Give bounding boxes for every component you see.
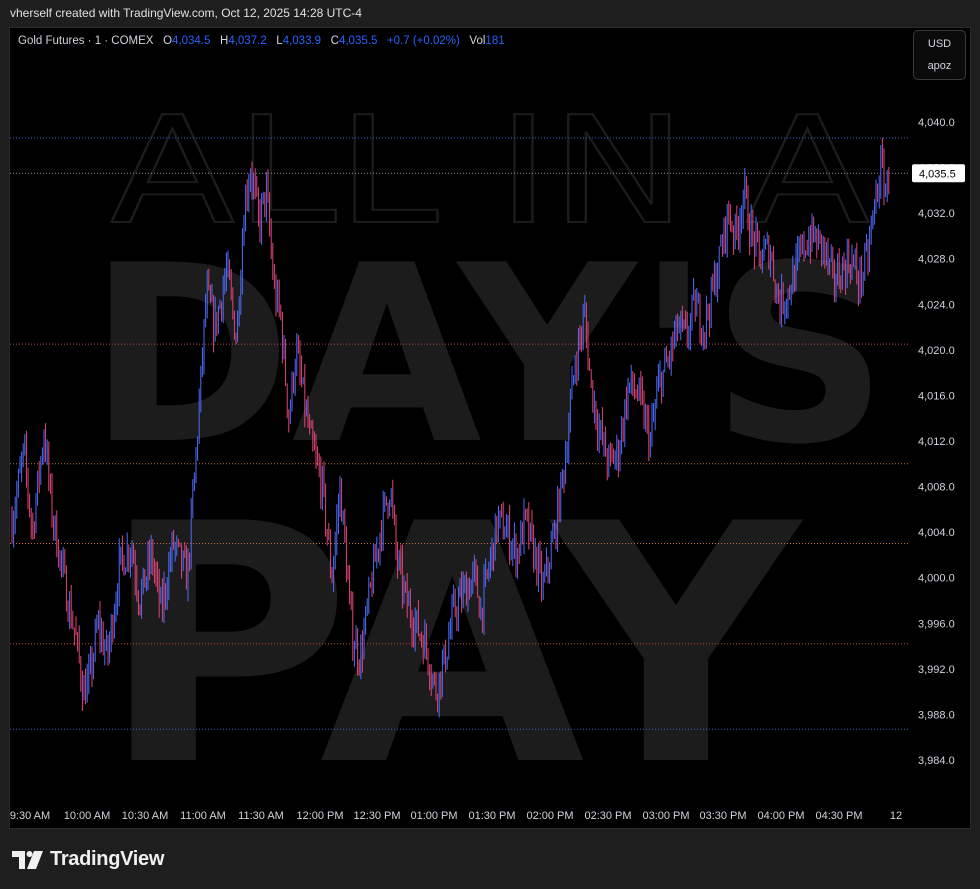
legend-change: +0.7 (+0.02%) <box>386 35 460 47</box>
legend-open-label: O <box>163 35 173 47</box>
currency-selector-button[interactable]: USD apoz <box>913 30 966 80</box>
price-tick-label: 4,020.0 <box>918 345 955 357</box>
price-tick-label: 4,004.0 <box>918 527 955 539</box>
time-tick-label: 12 <box>890 810 902 822</box>
legend-symbol: Gold Futures · 1 · COMEX <box>18 35 154 47</box>
price-tick-label: 3,984.0 <box>918 755 955 767</box>
tradingview-logo-icon <box>12 850 43 869</box>
price-tick-label: 4,008.0 <box>918 482 955 494</box>
time-tick-label: 10:00 AM <box>64 810 110 822</box>
price-tick-label: 4,028.0 <box>918 254 955 266</box>
price-tick-label: 4,012.0 <box>918 436 955 448</box>
currency-unit: apoz <box>927 60 952 72</box>
time-tick-label: 11:30 AM <box>238 810 284 822</box>
price-chart[interactable]: ALL IN A DAY'S PAY 4,040.04,036.04,032.0… <box>0 0 980 889</box>
price-tick-label: 4,024.0 <box>918 299 955 311</box>
price-tick-label: 4,032.0 <box>918 208 955 220</box>
watermark-line-3: PAY <box>100 454 804 838</box>
time-tick-label: 02:30 PM <box>584 810 631 822</box>
time-tick-label: 12:00 PM <box>296 810 343 822</box>
time-axis[interactable]: 9:30 AM 10:00 AM 10:30 AM 11:00 AM 11:30 AM 1… <box>10 810 902 822</box>
currency-code: USD <box>927 38 952 50</box>
price-tick-label: 3,996.0 <box>918 618 955 630</box>
time-tick-label: 10:30 AM <box>122 810 168 822</box>
legend-close-label: C <box>330 35 339 47</box>
legend-close: 4,035.5 <box>338 35 378 47</box>
time-tick-label: 01:00 PM <box>410 810 457 822</box>
time-tick-label: 12:30 PM <box>353 810 400 822</box>
watermark: ALL IN A DAY'S PAY <box>88 84 888 838</box>
time-tick-label: 9:30 AM <box>10 810 50 822</box>
price-tick-label: 3,992.0 <box>918 664 955 676</box>
price-tick-label: 3,988.0 <box>918 709 955 721</box>
legend-vol-label: Vol <box>469 35 486 47</box>
current-price-label: 4,035.5 <box>912 164 965 183</box>
legend-high: 4,037.2 <box>228 35 267 47</box>
price-axis[interactable]: 4,040.04,036.04,032.04,028.04,024.04,020… <box>918 117 955 767</box>
price-tick-label: 4,000.0 <box>918 573 955 585</box>
tradingview-brand[interactable]: TradingView <box>12 848 164 871</box>
time-tick-label: 03:30 PM <box>699 810 746 822</box>
time-tick-label: 11:00 AM <box>180 810 226 822</box>
current-price-text: 4,035.5 <box>919 168 956 180</box>
time-tick-label: 01:30 PM <box>468 810 515 822</box>
time-tick-label: 04:30 PM <box>815 810 862 822</box>
tradingview-wordmark: TradingView <box>50 848 165 870</box>
legend-open: 4,034.5 <box>172 35 211 47</box>
price-tick-label: 4,040.0 <box>918 117 955 129</box>
time-tick-label: 03:00 PM <box>642 810 689 822</box>
time-tick-label: 02:00 PM <box>526 810 573 822</box>
time-tick-label: 04:00 PM <box>757 810 804 822</box>
legend-low: 4,033.9 <box>282 35 322 47</box>
price-tick-label: 4,016.0 <box>918 390 955 402</box>
legend-volume: 181 <box>485 35 505 47</box>
symbol-legend: Gold Futures · 1 · COMEX O4,034.5 H4,037… <box>18 35 505 47</box>
